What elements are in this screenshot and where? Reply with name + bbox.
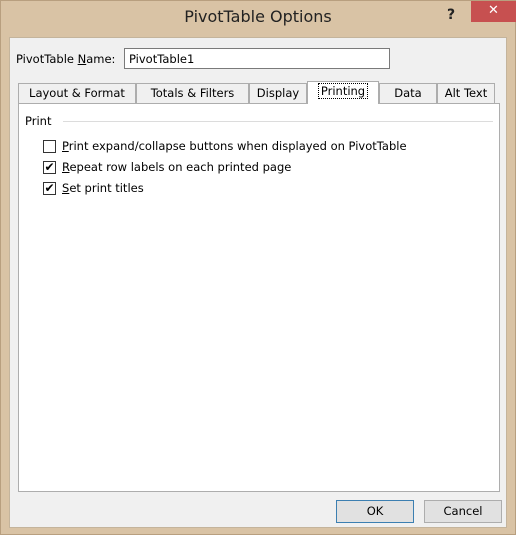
help-button[interactable]: ? (442, 5, 460, 25)
dialog-title: PivotTable Options (184, 7, 332, 26)
tab-totals-filters[interactable]: Totals & Filters (136, 83, 249, 103)
checkmark-icon: ✔ (44, 160, 55, 174)
pivottable-name-label: PivotTable Name: (16, 52, 116, 66)
tab-printing[interactable]: Printing (307, 81, 379, 104)
checkmark-icon: ✔ (44, 181, 55, 195)
tab-data[interactable]: Data (379, 83, 437, 103)
print-expand-collapse-checkbox[interactable] (43, 140, 56, 153)
print-group-label: Print (25, 114, 52, 128)
close-icon: ✕ (488, 3, 499, 18)
ok-button[interactable]: OK (336, 500, 414, 523)
repeat-row-labels-checkbox[interactable]: ✔ (43, 161, 56, 174)
tab-strip: Layout & Format Totals & Filters Display… (18, 81, 498, 104)
dialog-body: PivotTable Name: Layout & Format Totals … (9, 37, 507, 528)
tab-alt-text[interactable]: Alt Text (437, 83, 495, 103)
set-print-titles-label: Set print titles (62, 181, 144, 195)
pivottable-name-input[interactable] (124, 48, 390, 69)
set-print-titles-checkbox[interactable]: ✔ (43, 182, 56, 195)
print-expand-collapse-label: Print expand/collapse buttons when displ… (62, 139, 407, 153)
repeat-row-labels-label: Repeat row labels on each printed page (62, 160, 292, 174)
pivottable-name-row: PivotTable Name: (16, 48, 496, 70)
printing-panel: Print Print expand/collapse buttons when… (18, 103, 500, 492)
tab-display[interactable]: Display (249, 83, 307, 103)
group-divider (63, 121, 493, 122)
title-bar[interactable]: PivotTable Options ? ✕ (1, 1, 516, 37)
close-button[interactable]: ✕ (471, 1, 516, 22)
tab-layout-format[interactable]: Layout & Format (18, 83, 136, 103)
pivottable-options-dialog: PivotTable Options ? ✕ PivotTable Name: … (0, 0, 516, 535)
cancel-button[interactable]: Cancel (424, 500, 502, 523)
